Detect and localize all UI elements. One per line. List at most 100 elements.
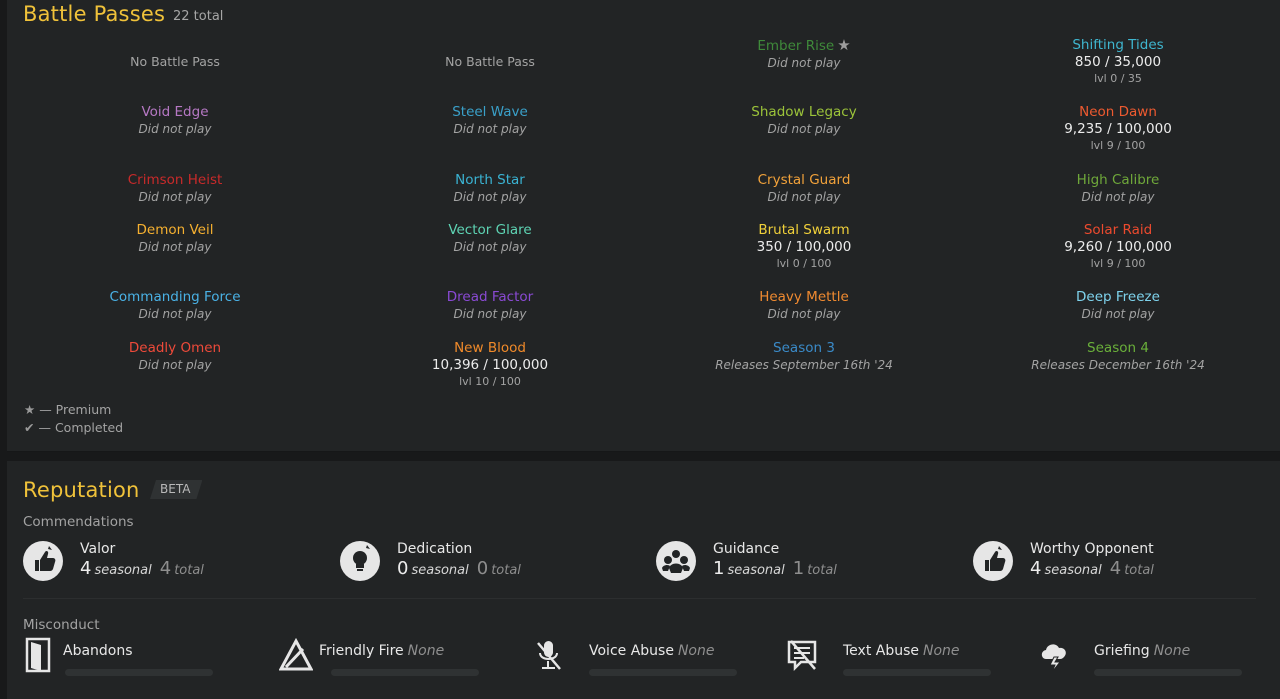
battle-pass-item: Crimson Heist Did not play	[25, 172, 325, 206]
battle-pass-name: Demon Veil	[136, 222, 214, 238]
door-icon	[25, 637, 51, 673]
battle-pass-xp: 850 / 35,000	[1074, 54, 1162, 70]
battle-pass-item: High Calibre Did not play	[968, 172, 1268, 206]
misconduct-label: Abandons	[63, 643, 133, 659]
commendation-label: Worthy Opponent	[1030, 541, 1154, 557]
battle-pass-status: Did not play	[453, 190, 527, 204]
checkmark-icon: ✔	[24, 420, 35, 435]
muted-mic-icon	[537, 641, 561, 670]
battle-pass-name: Shifting Tides	[1072, 37, 1164, 53]
commendation-values: 4 seasonal 4 total	[80, 558, 212, 579]
battle-pass-level: lvl 9 / 100	[1090, 257, 1146, 270]
battle-pass-item: Deep Freeze Did not play	[968, 289, 1268, 323]
battle-pass-status: Did not play	[138, 190, 212, 204]
battle-pass-item: No Battle Pass	[25, 53, 325, 70]
battle-pass-name: New Blood	[454, 340, 526, 356]
seasonal-label: seasonal	[727, 563, 785, 578]
battle-pass-item: Vector Glare Did not play	[340, 222, 640, 256]
battle-pass-name: Void Edge	[141, 104, 209, 120]
battle-pass-name: Deadly Omen	[128, 340, 222, 356]
misconduct-bar	[589, 669, 737, 676]
seasonal-label: seasonal	[411, 563, 469, 578]
commendation-label: Valor	[80, 541, 116, 557]
misconduct-value: None	[407, 643, 445, 659]
legend-premium: ★ — Premium	[24, 402, 111, 417]
misconduct-label: Griefing None	[1094, 643, 1191, 659]
battle-pass-name: High Calibre	[1076, 172, 1160, 188]
battle-pass-name: Neon Dawn	[1079, 104, 1157, 120]
misconduct-friendly-fire: Friendly Fire None	[279, 637, 509, 677]
seasonal-count: 0	[397, 558, 409, 579]
misconduct-label: Friendly Fire None	[319, 643, 445, 659]
battle-pass-item: Brutal Swarm 350 / 100,000 lvl 0 / 100	[654, 222, 954, 272]
battle-pass-status: Did not play	[138, 240, 212, 254]
battle-pass-item: Neon Dawn 9,235 / 100,000 lvl 9 / 100	[968, 104, 1268, 154]
battle-pass-status: Did not play	[1081, 307, 1155, 321]
battle-pass-item: Deadly Omen Did not play	[25, 340, 325, 374]
seasonal-label: seasonal	[94, 563, 152, 578]
no-text-icon	[787, 640, 817, 672]
battle-pass-name: Crimson Heist	[127, 172, 223, 188]
star-icon: ★	[24, 402, 36, 417]
battle-pass-xp: 9,235 / 100,000	[1064, 121, 1172, 137]
battle-pass-item: Crystal Guard Did not play	[654, 172, 954, 206]
battle-pass-item: Demon Veil Did not play	[25, 222, 325, 256]
divider	[23, 598, 1256, 599]
battle-pass-status: Did not play	[453, 122, 527, 136]
battle-pass-item: Void Edge Did not play	[25, 104, 325, 138]
legend-premium-label: — Premium	[39, 402, 112, 417]
battle-pass-name: Steel Wave	[452, 104, 528, 120]
battle-pass-name: Vector Glare	[448, 222, 532, 238]
total-label: total	[174, 563, 204, 578]
battle-pass-item: Season 3 Releases September 16th '24	[654, 340, 954, 374]
misconduct-abandons: Abandons	[23, 637, 253, 677]
battle-pass-name: Shadow Legacy	[751, 104, 857, 120]
battle-pass-level: lvl 0 / 35	[1094, 72, 1142, 85]
misconduct-voice-abuse: Voice Abuse None	[532, 637, 762, 677]
battle-pass-xp: 10,396 / 100,000	[431, 357, 549, 373]
battle-pass-name: Solar Raid	[1083, 222, 1153, 238]
no-battle-pass-label: No Battle Pass	[130, 54, 220, 69]
battle-pass-level: lvl 0 / 100	[776, 257, 832, 270]
misconduct-value: None	[923, 643, 960, 659]
battle-pass-item: Solar Raid 9,260 / 100,000 lvl 9 / 100	[968, 222, 1268, 272]
total-count: 4	[159, 558, 172, 579]
battle-pass-name: Heavy Mettle	[759, 289, 849, 305]
seasonal-label: seasonal	[1044, 563, 1102, 578]
legend-completed: ✔ — Completed	[24, 420, 123, 435]
thumbs-up-icon	[973, 541, 1013, 581]
battle-pass-status: Did not play	[767, 56, 841, 70]
misconduct-heading: Misconduct	[23, 617, 100, 633]
misconduct-label: Voice Abuse None	[589, 643, 715, 659]
thumbs-up-icon	[23, 541, 63, 581]
battle-pass-item: New Blood 10,396 / 100,000 lvl 10 / 100	[340, 340, 640, 390]
misconduct-value: None	[1153, 643, 1191, 659]
total-label: total	[1124, 563, 1154, 578]
battle-pass-name: Dread Factor	[446, 289, 534, 305]
battle-passes-count: 22 total	[173, 9, 224, 24]
total-count: 0	[476, 558, 489, 579]
star-icon: ★	[837, 36, 851, 54]
battle-pass-name: Season 3	[773, 340, 835, 356]
beta-badge: BETA	[150, 480, 202, 499]
triangle-icon	[279, 637, 313, 671]
battle-pass-status: Releases September 16th '24	[715, 358, 893, 372]
commendation-values: 4 seasonal 4 total	[1030, 558, 1162, 579]
battle-pass-item: Dread Factor Did not play	[340, 289, 640, 323]
commendations-heading: Commendations	[23, 514, 134, 530]
seasonal-count: 4	[80, 558, 92, 579]
reputation-title: Reputation	[23, 478, 140, 502]
battle-pass-status: Did not play	[453, 307, 527, 321]
group-icon	[656, 541, 696, 581]
no-battle-pass-label: No Battle Pass	[445, 54, 535, 69]
seasonal-count: 1	[713, 558, 725, 579]
battle-pass-name: Crystal Guard	[757, 172, 851, 188]
battle-pass-level: lvl 10 / 100	[459, 375, 521, 388]
total-count: 1	[792, 558, 805, 579]
battle-passes-panel: Battle Passes 22 total No Battle Pass No …	[7, 0, 1280, 452]
battle-pass-item: North Star Did not play	[340, 172, 640, 206]
battle-passes-title: Battle Passes	[23, 2, 166, 26]
commendation-values: 0 seasonal 0 total	[397, 558, 529, 579]
battle-pass-item: Ember Rise ★ Did not play	[654, 37, 954, 72]
total-count: 4	[1109, 558, 1122, 579]
